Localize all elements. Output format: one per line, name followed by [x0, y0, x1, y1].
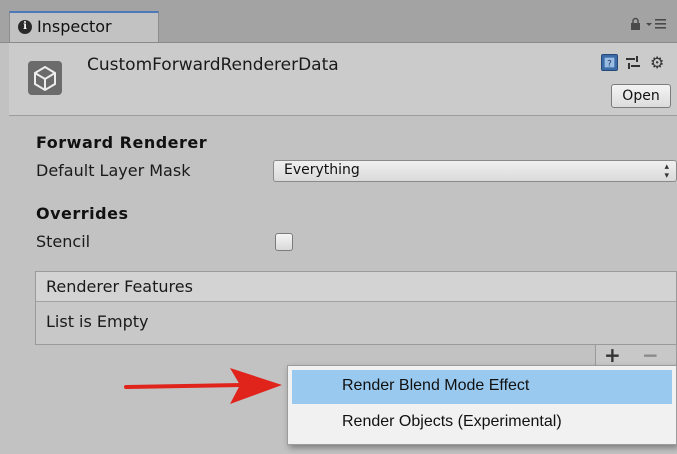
dropdown-arrows-icon: ▴ ▾	[664, 162, 669, 181]
tab-menu-icon[interactable]	[645, 18, 667, 30]
red-arrow-annotation	[124, 368, 282, 404]
svg-text:?: ?	[607, 59, 612, 69]
add-feature-button[interactable]: +	[604, 343, 621, 367]
inspector-header: CustomForwardRendererData ? ⚙ Open	[9, 43, 677, 116]
menu-item-label: Render Blend Mode Effect	[342, 377, 530, 394]
gear-icon[interactable]: ⚙	[650, 54, 670, 72]
layer-mask-value: Everything	[284, 162, 360, 178]
renderer-features-header: Renderer Features	[36, 272, 676, 302]
tab-label: Inspector	[37, 17, 112, 36]
list-footer: + −	[595, 343, 677, 367]
menu-item-render-objects[interactable]: Render Objects (Experimental)	[292, 406, 672, 440]
open-button[interactable]: Open	[611, 84, 671, 108]
unity-asset-icon	[28, 61, 62, 95]
preset-sliders-icon[interactable]	[625, 55, 641, 71]
remove-feature-button[interactable]: −	[642, 343, 659, 367]
inspector-window: i Inspector CustomForwardRendererData ?	[0, 0, 677, 454]
tab-strip: i Inspector	[0, 0, 677, 43]
overrides-heading: Overrides	[36, 204, 129, 223]
default-layer-mask-label: Default Layer Mask	[36, 161, 191, 180]
layer-mask-dropdown[interactable]: Everything ▴ ▾	[273, 160, 677, 182]
asset-title: CustomForwardRendererData	[87, 55, 339, 75]
help-book-icon[interactable]: ?	[601, 54, 618, 71]
stencil-checkbox[interactable]	[275, 233, 293, 251]
forward-renderer-heading: Forward Renderer	[36, 133, 208, 152]
menu-item-render-blend-mode-effect[interactable]: Render Blend Mode Effect	[292, 370, 672, 404]
menu-item-label: Render Objects (Experimental)	[342, 413, 562, 430]
info-icon: i	[18, 20, 32, 34]
add-feature-context-menu: Render Blend Mode Effect Render Objects …	[287, 365, 677, 445]
renderer-features-list: Renderer Features List is Empty	[35, 271, 677, 345]
list-empty-text: List is Empty	[46, 312, 149, 331]
stencil-label: Stencil	[36, 232, 91, 251]
lock-icon[interactable]	[630, 17, 641, 30]
renderer-features-title: Renderer Features	[46, 277, 193, 296]
tab-inspector[interactable]: i Inspector	[9, 11, 159, 42]
